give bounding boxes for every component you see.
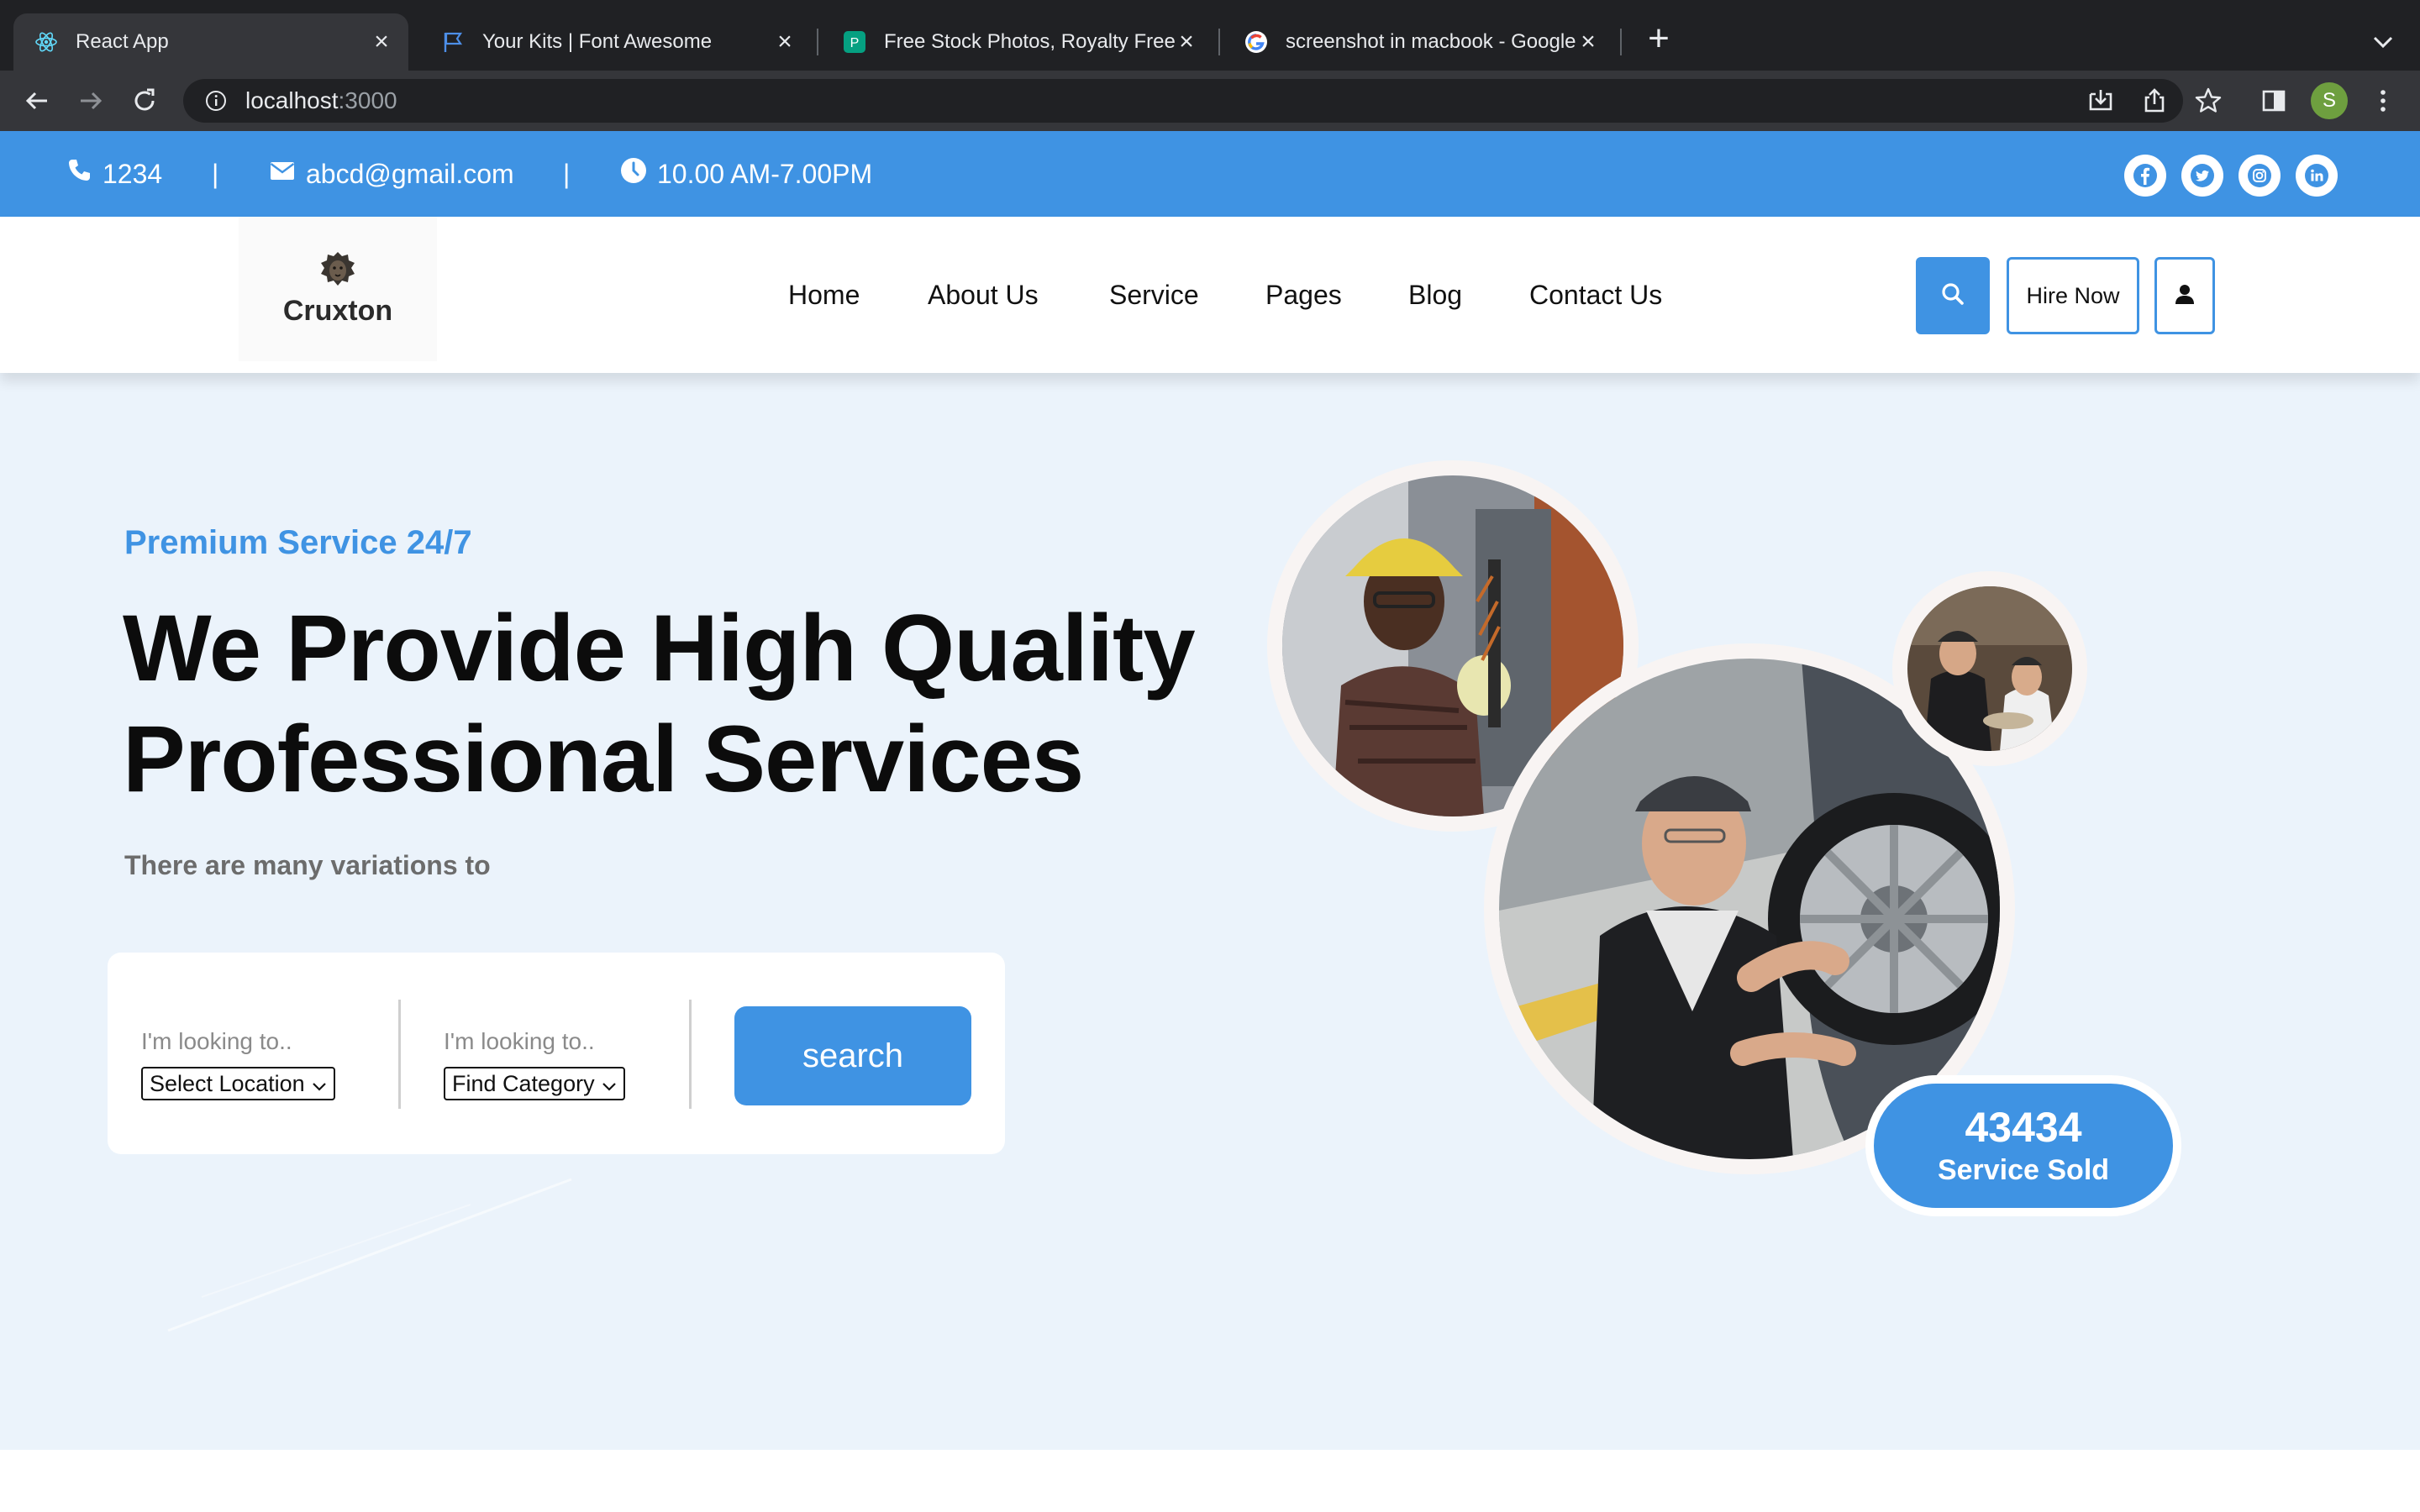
service-sold-count: 43434 [1965, 1104, 2082, 1151]
browser-tab-pexels[interactable]: P Free Stock Photos, Royalty Free × [822, 13, 1213, 71]
phone-number: 1234 [103, 158, 163, 189]
nav-link-service[interactable]: Service [1109, 217, 1199, 373]
browser-tab-google[interactable]: screenshot in macbook - Google × [1223, 13, 1615, 71]
search-icon [1940, 281, 1965, 311]
kitchen-staff-photo [1892, 571, 2087, 766]
nav-link-contact-us[interactable]: Contact Us [1529, 217, 1662, 373]
nav-link-pages[interactable]: Pages [1265, 217, 1342, 373]
tab-separator [1218, 29, 1220, 55]
more-options-icon[interactable] [2366, 84, 2400, 118]
account-button[interactable] [2154, 257, 2215, 334]
location-select-value: Select Location [150, 1070, 305, 1096]
hero-search-button[interactable]: search [734, 1006, 971, 1105]
forward-arrow-icon[interactable] [72, 82, 109, 119]
email-address: abcd@gmail.com [306, 158, 514, 189]
hero-section: Premium Service 24/7 We Provide High Qua… [0, 373, 2420, 1450]
chevron-down-icon [310, 1075, 329, 1101]
instagram-icon[interactable] [2238, 155, 2281, 197]
category-field-label: I'm looking to.. [444, 1028, 595, 1054]
phone-info: 1234 [66, 131, 162, 217]
hero-subtext: There are many variations to [124, 850, 491, 880]
user-icon [2174, 283, 2196, 309]
nav-link-home[interactable]: Home [788, 217, 860, 373]
pexels-icon: P [842, 29, 867, 55]
field-divider [398, 1000, 401, 1109]
hero-tagline: Premium Service 24/7 [124, 524, 472, 561]
hero-headline-line-2: Professional Services [123, 706, 1084, 811]
flag-icon [440, 29, 466, 55]
facebook-icon[interactable] [2124, 155, 2166, 197]
browser-tab-strip: React App × Your Kits | Font Awesome × P… [0, 0, 2420, 71]
svg-text:P: P [850, 36, 860, 50]
site-header: Cruxton Home About Us Service Pages Blog… [0, 217, 2420, 373]
logo-wordmark: Cruxton [282, 295, 393, 327]
close-icon[interactable]: × [773, 29, 797, 55]
field-divider [689, 1000, 692, 1109]
location-select[interactable]: Select Location [141, 1067, 335, 1100]
nav-link-about-us[interactable]: About Us [928, 217, 1039, 373]
profile-avatar[interactable]: S [2311, 82, 2348, 119]
info-separator: | [212, 158, 219, 189]
linkedin-icon[interactable] [2296, 155, 2338, 197]
tab-search-chevron-icon[interactable] [2366, 25, 2400, 59]
share-icon[interactable] [2138, 84, 2171, 118]
react-icon [34, 29, 59, 55]
back-arrow-icon[interactable] [18, 82, 55, 119]
browser-tab-title: Your Kits | Font Awesome [482, 30, 713, 53]
category-select-value: Find Category [452, 1070, 595, 1096]
browser-tab-font-awesome[interactable]: Your Kits | Font Awesome × [420, 13, 812, 71]
phone-icon [66, 157, 103, 191]
bookmark-star-icon[interactable] [2191, 84, 2225, 118]
twitter-icon[interactable] [2181, 155, 2223, 197]
close-icon[interactable]: × [1576, 29, 1600, 55]
lion-logo-icon [318, 250, 357, 293]
hero-search-card: I'm looking to.. Select Location I'm loo… [108, 953, 1005, 1154]
clock-icon [620, 157, 657, 191]
service-sold-badge: 43434 Service Sold [1865, 1075, 2181, 1216]
reload-icon[interactable] [126, 82, 163, 119]
contact-info-bar: 1234 | abcd@gmail.com | 10.00 AM-7.00PM [0, 131, 2420, 217]
install-app-icon[interactable] [2084, 84, 2118, 118]
envelope-icon [269, 157, 306, 191]
opening-hours: 10.00 AM-7.00PM [657, 158, 873, 189]
header-search-button[interactable] [1916, 257, 1990, 334]
new-tab-button[interactable]: + [1640, 20, 1677, 59]
url-port: :3000 [338, 87, 397, 113]
browser-tab-title: React App [76, 30, 169, 53]
hours-info: 10.00 AM-7.00PM [620, 131, 872, 217]
url-host: localhost [245, 87, 339, 113]
close-icon[interactable]: × [370, 29, 393, 55]
hero-headline: We Provide High Quality Professional Ser… [123, 593, 1215, 815]
browser-tab-title: Free Stock Photos, Royalty Free [884, 30, 1175, 53]
browser-toolbar: localhost:3000 S [0, 71, 2420, 131]
tab-separator [817, 29, 818, 55]
page-below-hero [0, 1450, 2420, 1512]
site-logo[interactable]: Cruxton [239, 217, 437, 361]
location-field-label: I'm looking to.. [141, 1028, 292, 1054]
address-bar[interactable]: localhost:3000 [183, 79, 2183, 123]
site-info-icon[interactable] [203, 88, 229, 113]
close-icon[interactable]: × [1175, 29, 1198, 55]
hire-now-button[interactable]: Hire Now [2007, 257, 2139, 334]
email-info: abcd@gmail.com [269, 131, 514, 217]
tab-separator [1620, 29, 1622, 55]
browser-tab-react-app[interactable]: React App × [13, 13, 408, 71]
browser-tab-title: screenshot in macbook - Google [1286, 30, 1576, 53]
info-separator: | [563, 158, 571, 189]
google-icon [1244, 29, 1269, 55]
category-select[interactable]: Find Category [444, 1067, 625, 1100]
side-panel-icon[interactable] [2257, 84, 2291, 118]
nav-link-blog[interactable]: Blog [1408, 217, 1462, 373]
chevron-down-icon [600, 1075, 618, 1101]
hero-headline-line-1: We Provide High Quality [123, 596, 1196, 701]
service-sold-label: Service Sold [1937, 1154, 2110, 1186]
